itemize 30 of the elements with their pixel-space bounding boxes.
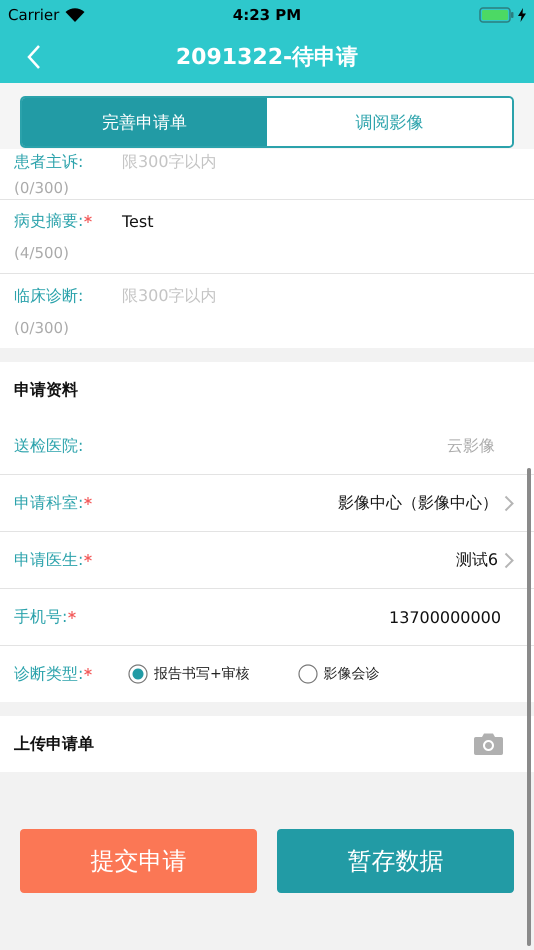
wifi-icon bbox=[65, 8, 86, 22]
status-time: 4:23 PM bbox=[232, 6, 302, 24]
back-icon[interactable] bbox=[27, 44, 41, 70]
field-label: 病史摘要: bbox=[14, 211, 84, 232]
radio-option[interactable]: 影像会诊 bbox=[298, 664, 380, 684]
section-title: 申请资料 bbox=[13, 378, 79, 400]
picker-row[interactable]: 测试6 bbox=[456, 550, 514, 570]
field-value: 云影像 bbox=[447, 436, 495, 456]
radio-option[interactable]: 报告书写+审核 bbox=[128, 664, 250, 684]
field-label: 患者主诉: bbox=[14, 152, 84, 172]
picker-row[interactable]: 影像中心（影像中心） bbox=[338, 492, 514, 514]
section-title: 上传申请单 bbox=[14, 734, 94, 754]
chevron-icon bbox=[504, 494, 514, 512]
field-label: 临床诊断: bbox=[14, 286, 84, 306]
field-label: 送检医院: bbox=[14, 436, 84, 456]
character-counter: (0/300) bbox=[14, 178, 70, 196]
text-field[interactable]: Test bbox=[122, 212, 154, 231]
page-title: 2091322-待申请 bbox=[176, 44, 358, 72]
phone-field[interactable]: 13700000000 bbox=[389, 608, 501, 626]
character-counter: (4/500) bbox=[14, 244, 70, 262]
field-label: 手机号: bbox=[14, 606, 68, 628]
chevron-icon bbox=[504, 552, 514, 568]
field-label: 申请医生: bbox=[14, 550, 84, 570]
field-label: 诊断类型: bbox=[14, 664, 84, 684]
field-label: 申请科室: bbox=[14, 492, 84, 514]
carrier-name: Carrier bbox=[8, 6, 60, 24]
character-counter: (0/300) bbox=[14, 318, 70, 336]
battery-icon bbox=[479, 7, 515, 23]
camera-icon[interactable] bbox=[474, 733, 503, 755]
charging-icon bbox=[518, 8, 526, 22]
